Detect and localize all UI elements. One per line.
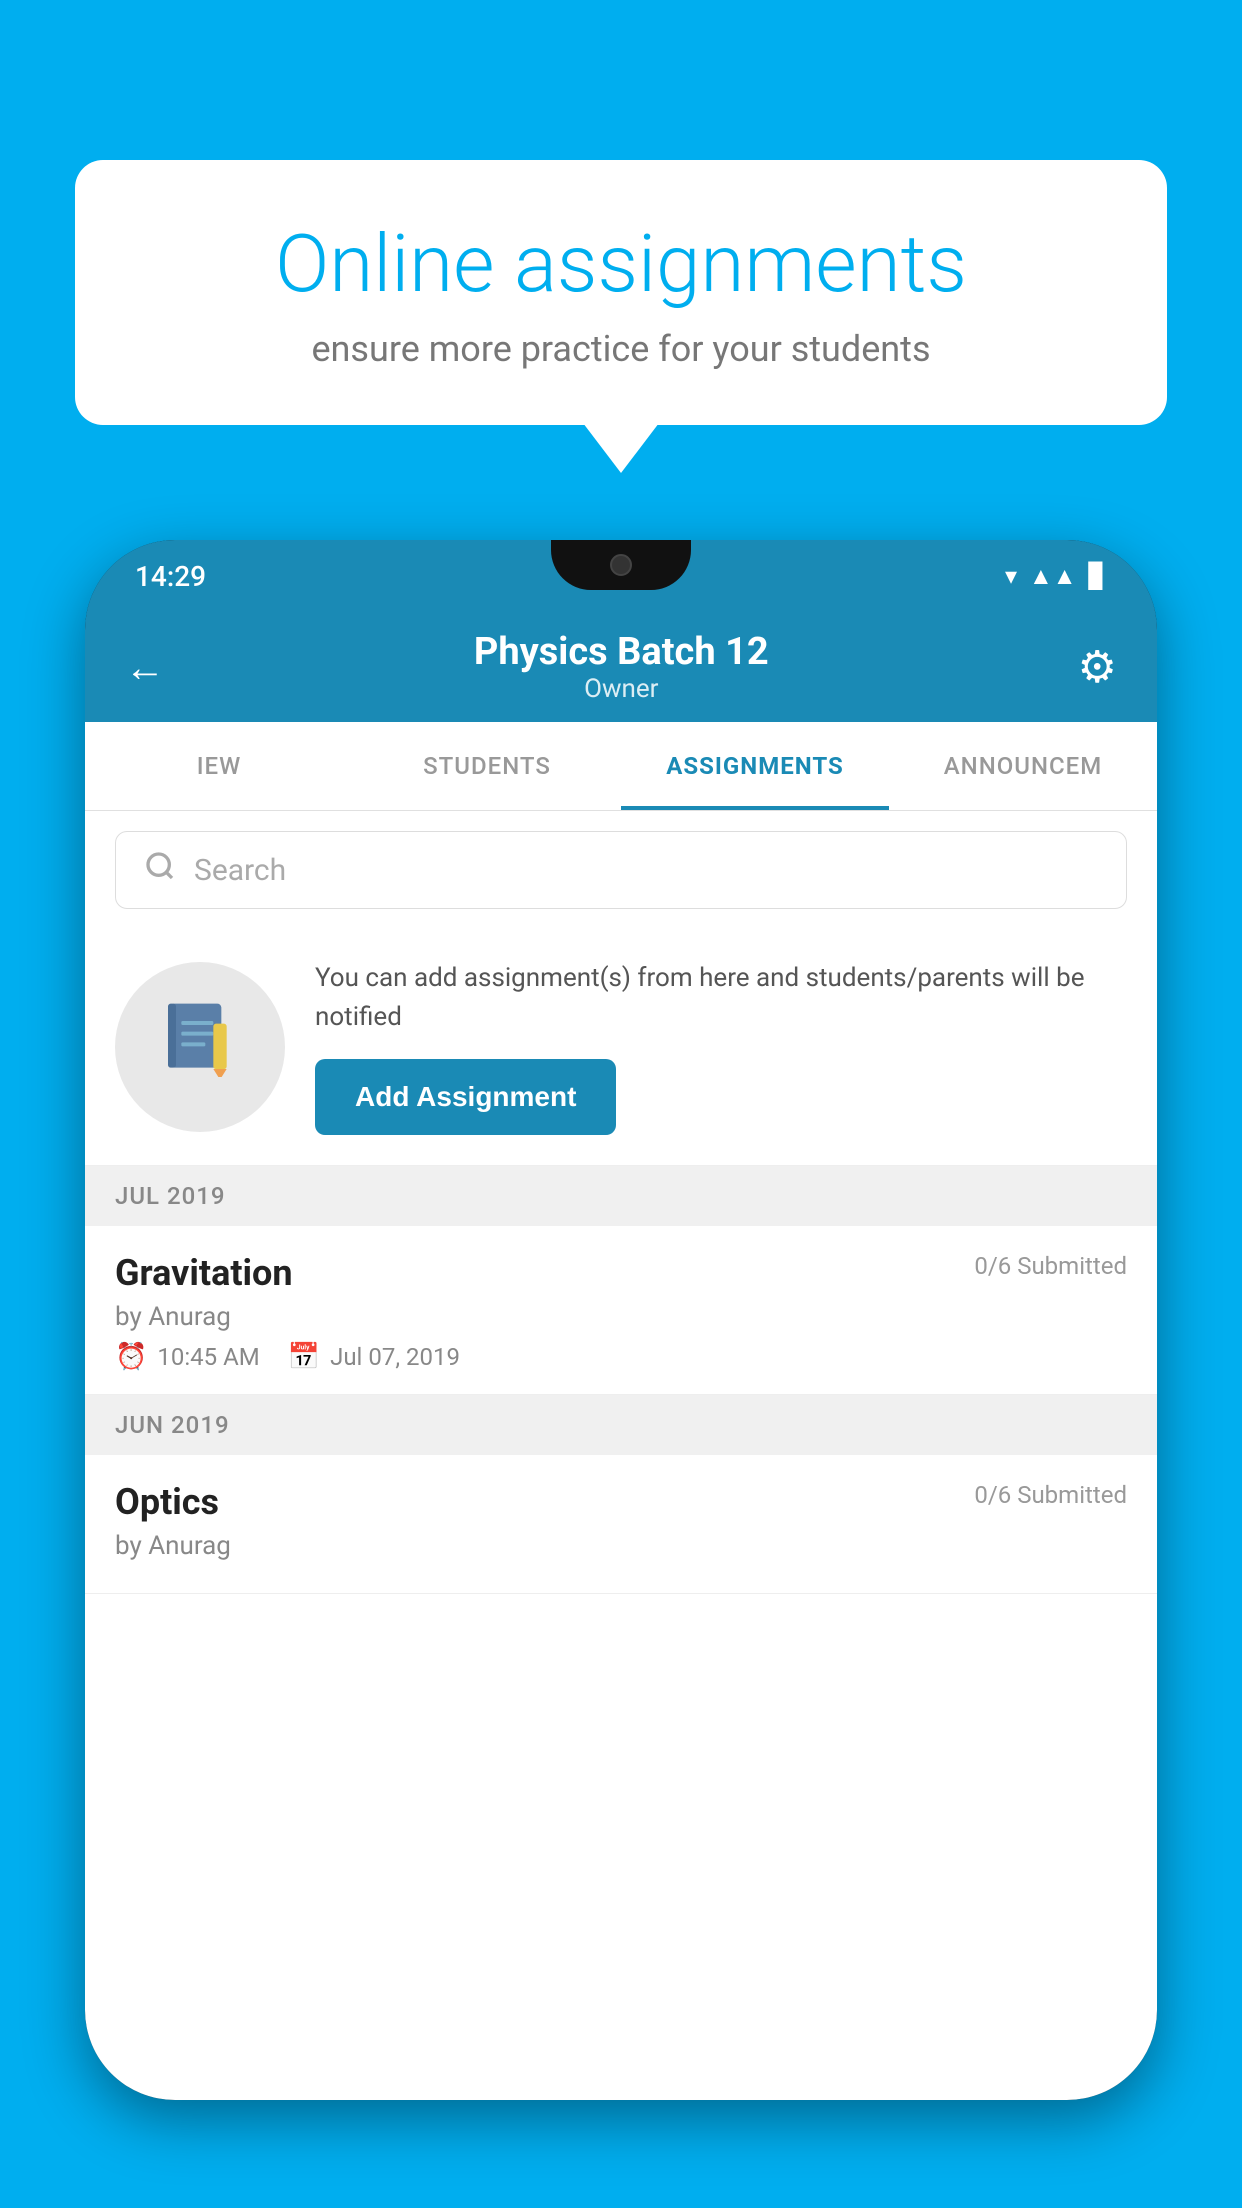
assignment-date: Jul 07, 2019 — [330, 1343, 460, 1371]
phone-frame: 14:29 ▾ ▲▲ ▊ ← Physics Batch 12 Owner ⚙ … — [85, 540, 1157, 2208]
back-button[interactable]: ← — [125, 644, 165, 691]
screen-content: IEW STUDENTS ASSIGNMENTS ANNOUNCEM — [85, 722, 1157, 2100]
assignment-submitted-optics: 0/6 Submitted — [974, 1481, 1127, 1509]
add-assignment-promo: You can add assignment(s) from here and … — [85, 929, 1157, 1166]
clock-icon: ⏰ — [115, 1342, 147, 1372]
promo-subtitle: ensure more practice for your students — [145, 328, 1097, 370]
header-center: Physics Batch 12 Owner — [474, 630, 769, 704]
batch-subtitle: Owner — [474, 674, 769, 704]
promo-card: Online assignments ensure more practice … — [75, 160, 1167, 425]
section-header-jul: JUL 2019 — [85, 1166, 1157, 1226]
section-header-jun: JUN 2019 — [85, 1395, 1157, 1455]
promo-description: You can add assignment(s) from here and … — [315, 959, 1127, 1037]
batch-title: Physics Batch 12 — [474, 630, 769, 674]
assignment-item-gravitation[interactable]: Gravitation 0/6 Submitted by Anurag ⏰ 10… — [85, 1226, 1157, 1395]
settings-button[interactable]: ⚙ — [1078, 641, 1117, 693]
phone-notch — [551, 540, 691, 590]
tab-iew[interactable]: IEW — [85, 722, 353, 810]
promo-right: You can add assignment(s) from here and … — [315, 959, 1127, 1135]
search-bar[interactable]: Search — [115, 831, 1127, 909]
assignment-meta: ⏰ 10:45 AM 📅 Jul 07, 2019 — [115, 1342, 1127, 1372]
promo-title: Online assignments — [145, 220, 1097, 308]
notebook-circle — [115, 962, 285, 1132]
assignment-item-optics[interactable]: Optics 0/6 Submitted by Anurag — [85, 1455, 1157, 1594]
speech-bubble: Online assignments ensure more practice … — [75, 160, 1167, 425]
date-meta: 📅 Jul 07, 2019 — [288, 1342, 460, 1372]
assignment-name: Gravitation — [115, 1252, 293, 1294]
assignment-by: by Anurag — [115, 1302, 1127, 1332]
app-header: ← Physics Batch 12 Owner ⚙ — [85, 612, 1157, 722]
status-time: 14:29 — [135, 560, 206, 593]
phone-body: 14:29 ▾ ▲▲ ▊ ← Physics Batch 12 Owner ⚙ … — [85, 540, 1157, 2100]
search-icon — [144, 850, 176, 890]
assignment-top-row: Gravitation 0/6 Submitted — [115, 1252, 1127, 1294]
add-assignment-button[interactable]: Add Assignment — [315, 1059, 616, 1135]
tab-assignments[interactable]: ASSIGNMENTS — [621, 722, 889, 810]
assignment-time: 10:45 AM — [157, 1343, 259, 1371]
assignment-top-row-optics: Optics 0/6 Submitted — [115, 1481, 1127, 1523]
assignment-name-optics: Optics — [115, 1481, 219, 1523]
wifi-icon: ▾ — [1005, 562, 1017, 590]
tabs-row: IEW STUDENTS ASSIGNMENTS ANNOUNCEM — [85, 722, 1157, 811]
search-container: Search — [85, 811, 1157, 929]
notebook-icon — [160, 997, 240, 1097]
search-placeholder: Search — [194, 853, 286, 888]
tab-students[interactable]: STUDENTS — [353, 722, 621, 810]
tab-announcements[interactable]: ANNOUNCEM — [889, 722, 1157, 810]
status-icons: ▾ ▲▲ ▊ — [1005, 562, 1107, 591]
assignment-submitted: 0/6 Submitted — [974, 1252, 1127, 1280]
time-meta: ⏰ 10:45 AM — [115, 1342, 260, 1372]
calendar-icon: 📅 — [288, 1342, 320, 1372]
front-camera — [610, 554, 632, 576]
signal-icon: ▲▲ — [1029, 562, 1077, 591]
assignment-by-optics: by Anurag — [115, 1531, 1127, 1561]
battery-icon: ▊ — [1089, 562, 1107, 590]
